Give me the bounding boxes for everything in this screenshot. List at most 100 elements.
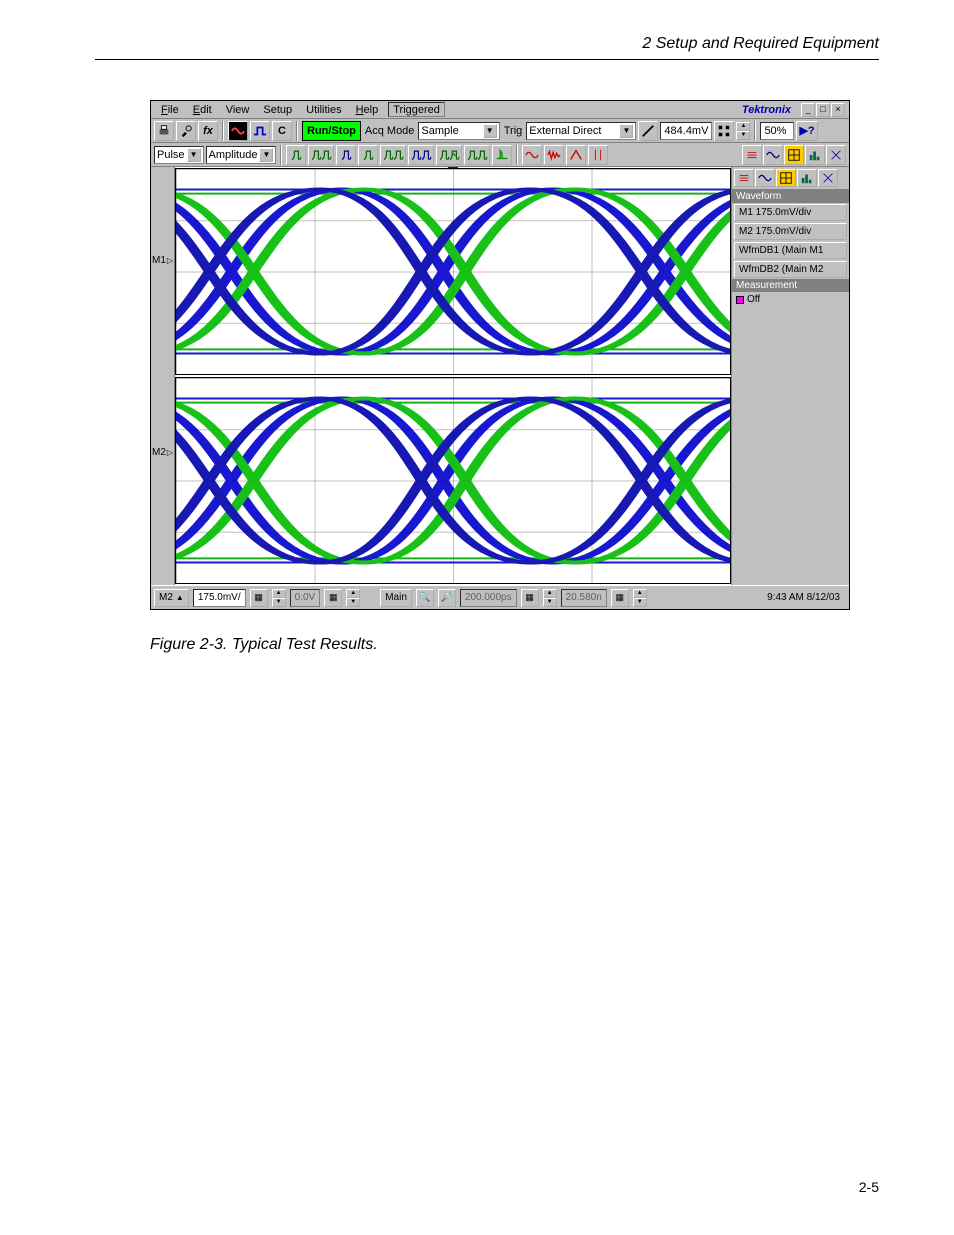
brand-logo: Tektronix bbox=[742, 104, 795, 116]
sine-icon bbox=[758, 171, 772, 185]
delay-spinner[interactable]: ▲▼ bbox=[633, 589, 647, 607]
vdiv-spinner[interactable]: ▲▼ bbox=[272, 589, 286, 607]
meas-btn-10[interactable] bbox=[522, 145, 542, 165]
menu-utilities[interactable]: Utilities bbox=[300, 104, 347, 116]
side-btn-1[interactable] bbox=[734, 169, 754, 187]
delay-input[interactable]: 20.580n bbox=[561, 589, 607, 607]
view-btn-3[interactable] bbox=[784, 145, 804, 165]
timebase-select[interactable]: Main bbox=[380, 589, 412, 607]
view-btn-4[interactable] bbox=[805, 145, 825, 165]
figure-caption: Figure 2-3. Typical Test Results. bbox=[150, 636, 850, 654]
meas-btn-8[interactable]: 几几 bbox=[464, 145, 490, 165]
acq-mode-select[interactable]: Sample ▼ bbox=[418, 122, 499, 140]
timestamp: 9:43 AM 8/12/03 bbox=[767, 592, 846, 603]
side-btn-4[interactable] bbox=[797, 169, 817, 187]
maximize-button[interactable]: □ bbox=[816, 103, 830, 117]
cursor-icon bbox=[591, 148, 605, 162]
tools-button[interactable] bbox=[176, 121, 196, 141]
run-stop-button[interactable]: Run/Stop bbox=[302, 121, 361, 141]
menu-edit[interactable]: Edit bbox=[187, 104, 218, 116]
sidebar-item-m1[interactable]: M1 175.0mV/div bbox=[734, 204, 847, 221]
channel-gutter: M1▷ M2▷ bbox=[151, 167, 175, 585]
menu-file[interactable]: File bbox=[155, 104, 185, 116]
channel-m2-label: M2▷ bbox=[151, 447, 174, 458]
meas-btn-9[interactable] bbox=[492, 145, 512, 165]
status-bar: M2 ▲ 175.0mV/ ▦ ▲▼ 0.0V ▦ ▲▼ Main 🔍 🔎 bbox=[151, 585, 849, 609]
zoom-input[interactable]: 50% bbox=[760, 122, 794, 140]
close-button[interactable]: × bbox=[831, 103, 845, 117]
print-button[interactable] bbox=[154, 121, 174, 141]
keypad-button-2[interactable]: ▦ bbox=[324, 589, 342, 607]
meas-btn-7[interactable]: 几凡 bbox=[436, 145, 462, 165]
meas-btn-4[interactable]: 几 bbox=[358, 145, 378, 165]
zoom-in-button[interactable]: 🔍 bbox=[416, 589, 434, 607]
trig-level-value: 484.4mV bbox=[664, 125, 708, 137]
sidebar-item-wfmdb2[interactable]: WfmDB2 (Main M2 bbox=[734, 261, 847, 278]
lines-icon bbox=[745, 148, 759, 162]
meas-btn-11[interactable] bbox=[544, 145, 564, 165]
minimize-button[interactable]: _ bbox=[801, 103, 815, 117]
rms-icon bbox=[525, 148, 539, 162]
view-btn-2[interactable] bbox=[763, 145, 783, 165]
trig-level-spinner[interactable]: ▲▼ bbox=[736, 122, 750, 140]
help-context-button[interactable]: ▶? bbox=[796, 121, 817, 141]
clear-button[interactable]: C bbox=[272, 121, 292, 141]
keypad-button-4[interactable]: ▦ bbox=[611, 589, 629, 607]
print-icon bbox=[157, 124, 171, 138]
mode2-select[interactable]: Amplitude ▼ bbox=[206, 146, 277, 164]
vdiv-input[interactable]: 175.0mV/ bbox=[193, 589, 246, 607]
oscilloscope-window: File Edit View Setup Utilities Help Trig… bbox=[150, 100, 850, 610]
menu-view[interactable]: View bbox=[220, 104, 256, 116]
sidebar-measurement-off[interactable]: Off bbox=[732, 292, 849, 307]
color-swatch-icon bbox=[736, 296, 744, 304]
fx-button[interactable]: fx bbox=[198, 121, 218, 141]
tdiv-value: 200.000ps bbox=[465, 592, 512, 603]
delay-value: 20.580n bbox=[566, 592, 602, 603]
menu-setup[interactable]: Setup bbox=[257, 104, 298, 116]
meas-btn-2[interactable]: 几几 bbox=[308, 145, 334, 165]
meas-btn-12[interactable] bbox=[566, 145, 586, 165]
peak-icon bbox=[569, 148, 583, 162]
mode1-select[interactable]: Pulse ▼ bbox=[154, 146, 204, 164]
side-btn-2[interactable] bbox=[755, 169, 775, 187]
zoom-value: 50% bbox=[764, 125, 786, 137]
keypad-button-3[interactable]: ▦ bbox=[521, 589, 539, 607]
dropdown-arrow-icon: ▼ bbox=[187, 148, 201, 162]
channel-select[interactable]: M2 ▲ bbox=[154, 589, 189, 607]
wave-b-button[interactable] bbox=[250, 121, 270, 141]
acq-mode-value: Sample bbox=[421, 125, 458, 137]
keypad-button[interactable] bbox=[714, 121, 734, 141]
trig-level-input[interactable]: 484.4mV bbox=[660, 122, 712, 140]
xy-icon bbox=[821, 171, 835, 185]
histogram-icon bbox=[808, 148, 822, 162]
side-btn-5[interactable] bbox=[818, 169, 838, 187]
tdiv-input[interactable]: 200.000ps bbox=[460, 589, 517, 607]
wave-a-button[interactable] bbox=[228, 121, 248, 141]
meas-btn-13[interactable] bbox=[588, 145, 608, 165]
zoom-out-button[interactable]: 🔎 bbox=[438, 589, 456, 607]
view-btn-1[interactable] bbox=[742, 145, 762, 165]
offset-spinner[interactable]: ▲▼ bbox=[346, 589, 360, 607]
view-btn-5[interactable] bbox=[826, 145, 846, 165]
keypad-icon bbox=[717, 124, 731, 138]
tools-icon bbox=[179, 124, 193, 138]
side-btn-3[interactable] bbox=[776, 169, 796, 187]
meas-btn-1[interactable]: 几 bbox=[286, 145, 306, 165]
meas-btn-6[interactable]: 几几 bbox=[408, 145, 434, 165]
menu-help[interactable]: Help bbox=[350, 104, 385, 116]
trig-select[interactable]: External Direct ▼ bbox=[526, 122, 636, 140]
offset-input[interactable]: 0.0V bbox=[290, 589, 321, 607]
eye-diagram-m1 bbox=[176, 169, 730, 374]
tdiv-spinner[interactable]: ▲▼ bbox=[543, 589, 557, 607]
mode1-value: Pulse bbox=[157, 149, 185, 161]
waveform-display[interactable] bbox=[175, 167, 731, 585]
sidebar-item-m2[interactable]: M2 175.0mV/div bbox=[734, 223, 847, 240]
timebase-value: Main bbox=[385, 592, 407, 603]
keypad-button-1[interactable]: ▦ bbox=[250, 589, 268, 607]
main-toolbar: fx C Run/Stop Acq Mode Sample ▼ Trig bbox=[151, 119, 849, 143]
sidebar-item-wfmdb1[interactable]: WfmDB1 (Main M1 bbox=[734, 242, 847, 259]
meas-btn-3[interactable]: 几 bbox=[336, 145, 356, 165]
meas-btn-5[interactable]: 几几 bbox=[380, 145, 406, 165]
acq-mode-label: Acq Mode bbox=[363, 125, 417, 137]
slope-button[interactable] bbox=[638, 121, 658, 141]
